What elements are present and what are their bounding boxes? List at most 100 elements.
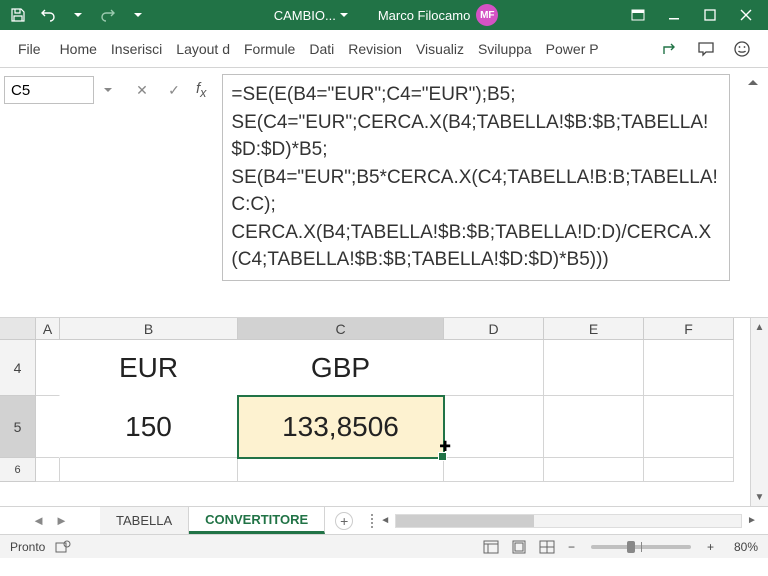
formula-bar-collapse[interactable]	[746, 74, 760, 88]
titlebar-center: CAMBIO... Marco Filocamo MF	[152, 4, 620, 26]
sheet-tab-tabella[interactable]: TABELLA	[100, 507, 189, 534]
row-head-4[interactable]: 4	[0, 340, 36, 396]
tab-powerpivot[interactable]: Power P	[539, 30, 606, 67]
tab-file[interactable]: File	[8, 30, 53, 67]
scroll-down-button[interactable]: ▼	[751, 488, 768, 506]
cell-F5[interactable]	[644, 396, 734, 458]
view-page-layout-button[interactable]	[508, 538, 530, 556]
chevron-down-icon	[340, 11, 348, 19]
macro-record-icon[interactable]	[55, 540, 71, 554]
cell-B6[interactable]	[60, 458, 238, 482]
cell-D5[interactable]	[444, 396, 544, 458]
row-head-6[interactable]: 6	[0, 458, 36, 482]
split-handle[interactable]	[371, 514, 375, 528]
worksheet-grid: A B C D E F 4 EUR GBP 5 150 133,8506 ✚	[0, 318, 768, 506]
name-box[interactable]: C5	[4, 76, 94, 104]
cell-D4[interactable]	[444, 340, 544, 396]
filename-area[interactable]: CAMBIO...	[274, 8, 348, 23]
new-sheet-button[interactable]: +	[335, 512, 353, 530]
cell-C6[interactable]	[238, 458, 444, 482]
ribbon-tabs: File Home Inserisci Layout d Formule Dat…	[0, 30, 768, 68]
quick-access-toolbar	[4, 1, 152, 29]
sheet-tabs-row: ◄ ► TABELLA CONVERTITORE + ◄ ►	[0, 506, 768, 534]
cell-A4[interactable]	[36, 340, 60, 396]
zoom-level[interactable]: 80%	[724, 540, 758, 554]
titlebar: CAMBIO... Marco Filocamo MF	[0, 0, 768, 30]
zoom-slider[interactable]	[591, 545, 691, 549]
zoom-thumb[interactable]	[627, 541, 635, 553]
zoom-out-button[interactable]: −	[564, 540, 579, 554]
save-button[interactable]	[4, 1, 32, 29]
hscroll-left[interactable]: ◄	[377, 513, 393, 529]
sheet-tab-convertitore[interactable]: CONVERTITORE	[189, 507, 325, 534]
cell-B4[interactable]: EUR	[60, 340, 238, 396]
qa-customize[interactable]	[124, 1, 152, 29]
cell-F4[interactable]	[644, 340, 734, 396]
undo-button[interactable]	[34, 1, 62, 29]
cell-C5-value: 133,8506	[282, 411, 399, 443]
row-6: 6	[0, 458, 750, 482]
comments-button[interactable]	[688, 31, 724, 67]
minimize-button[interactable]	[656, 0, 692, 30]
name-box-value: C5	[11, 82, 30, 99]
zoom-in-button[interactable]: +	[703, 540, 718, 554]
tab-inserisci[interactable]: Inserisci	[104, 30, 169, 67]
cell-A5[interactable]	[36, 396, 60, 458]
tab-revisione[interactable]: Revision	[341, 30, 409, 67]
formula-input[interactable]: =SE(E(B4="EUR";C4="EUR");B5; SE(C4="EUR"…	[222, 74, 730, 281]
ribbon-right	[652, 30, 768, 67]
name-box-dropdown[interactable]	[100, 76, 116, 104]
view-normal-button[interactable]	[480, 538, 502, 556]
hscroll-right[interactable]: ►	[744, 513, 760, 529]
view-page-break-button[interactable]	[536, 538, 558, 556]
vertical-scrollbar[interactable]: ▲ ▼	[750, 318, 768, 506]
maximize-button[interactable]	[692, 0, 728, 30]
row-4: 4 EUR GBP	[0, 340, 750, 396]
hscroll-thumb[interactable]	[396, 515, 534, 527]
cell-A6[interactable]	[36, 458, 60, 482]
user-area[interactable]: Marco Filocamo MF	[378, 4, 498, 26]
sheet-nav: ◄ ►	[0, 507, 100, 534]
tab-visualizza[interactable]: Visualiz	[409, 30, 471, 67]
cell-E6[interactable]	[544, 458, 644, 482]
cancel-formula-button[interactable]: ✕	[126, 76, 158, 104]
status-ready: Pronto	[10, 540, 45, 554]
row-head-5[interactable]: 5	[0, 396, 36, 458]
share-button[interactable]	[652, 31, 688, 67]
undo-dropdown[interactable]	[64, 1, 92, 29]
col-head-D[interactable]: D	[444, 318, 544, 340]
col-head-C[interactable]: C	[238, 318, 444, 340]
username-label: Marco Filocamo	[378, 8, 470, 23]
fx-icon[interactable]: fx	[190, 80, 212, 100]
hscroll-track[interactable]	[395, 514, 742, 528]
enter-formula-button[interactable]: ✓	[158, 76, 190, 104]
cell-E5[interactable]	[544, 396, 644, 458]
col-head-E[interactable]: E	[544, 318, 644, 340]
cell-B5[interactable]: 150	[60, 396, 238, 458]
select-all-corner[interactable]	[0, 318, 36, 340]
col-head-A[interactable]: A	[36, 318, 60, 340]
close-button[interactable]	[728, 0, 764, 30]
filename-label: CAMBIO...	[274, 8, 336, 23]
redo-button[interactable]	[94, 1, 122, 29]
smile-feedback-button[interactable]	[724, 31, 760, 67]
tab-home[interactable]: Home	[53, 30, 104, 67]
col-head-F[interactable]: F	[644, 318, 734, 340]
tab-sviluppo[interactable]: Sviluppa	[471, 30, 539, 67]
horizontal-scrollbar[interactable]: ◄ ►	[363, 507, 768, 534]
status-bar: Pronto − + 80%	[0, 534, 768, 558]
cell-D6[interactable]	[444, 458, 544, 482]
ribbon-display-options[interactable]	[620, 0, 656, 30]
cell-C4[interactable]: GBP	[238, 340, 444, 396]
cell-C5[interactable]: 133,8506 ✚	[238, 396, 444, 458]
formula-bar: C5 ✕ ✓ fx =SE(E(B4="EUR";C4="EUR");B5; S…	[0, 68, 768, 318]
tab-layout[interactable]: Layout d	[169, 30, 237, 67]
cell-F6[interactable]	[644, 458, 734, 482]
cell-E4[interactable]	[544, 340, 644, 396]
sheet-nav-next[interactable]: ►	[55, 513, 68, 528]
tab-formule[interactable]: Formule	[237, 30, 302, 67]
scroll-up-button[interactable]: ▲	[751, 318, 768, 336]
tab-dati[interactable]: Dati	[302, 30, 341, 67]
col-head-B[interactable]: B	[60, 318, 238, 340]
sheet-nav-prev[interactable]: ◄	[32, 513, 45, 528]
